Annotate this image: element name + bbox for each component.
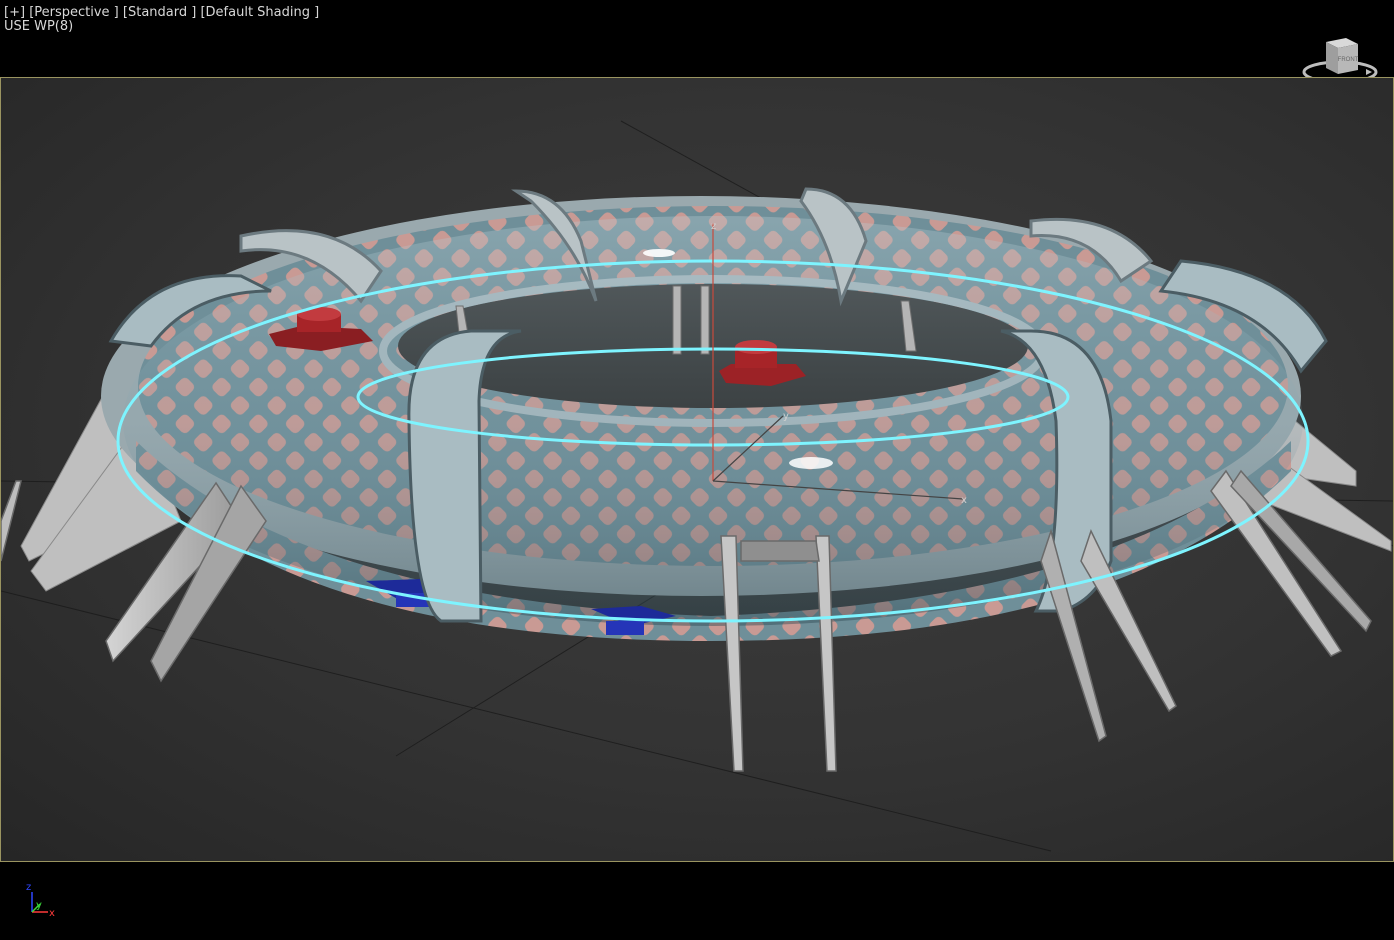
viewport-standard-menu[interactable]: [Standard ] xyxy=(123,5,196,20)
working-pivot-indicator: USE WP(8) xyxy=(4,19,74,34)
scene-canvas[interactable]: z y x xyxy=(1,78,1393,861)
tripod-x-label: x xyxy=(49,908,55,919)
tripod-y-label: y xyxy=(36,900,42,911)
gizmo-z-label: z xyxy=(711,221,716,232)
viewport-label-menu: [+] [Perspective ] [Standard ] [Default … xyxy=(4,6,319,19)
viewport-shading-menu[interactable]: [Default Shading ] xyxy=(200,5,319,20)
perspective-viewport[interactable]: z y x xyxy=(0,77,1394,862)
viewcube-face-label: FRONT xyxy=(1338,57,1359,63)
viewcube-arrow-icon[interactable] xyxy=(1366,69,1372,75)
gizmo-x-label: x xyxy=(961,495,967,506)
specular-highlight xyxy=(789,457,833,469)
specular-highlight xyxy=(643,249,675,257)
gizmo-y-label: y xyxy=(783,411,789,422)
axis-tripod-icon: z y x xyxy=(26,882,55,919)
viewport-general-menu[interactable]: [+] xyxy=(4,5,25,20)
tripod-z-label: z xyxy=(26,882,31,893)
viewport-point-of-view-menu[interactable]: [Perspective ] xyxy=(29,5,119,20)
